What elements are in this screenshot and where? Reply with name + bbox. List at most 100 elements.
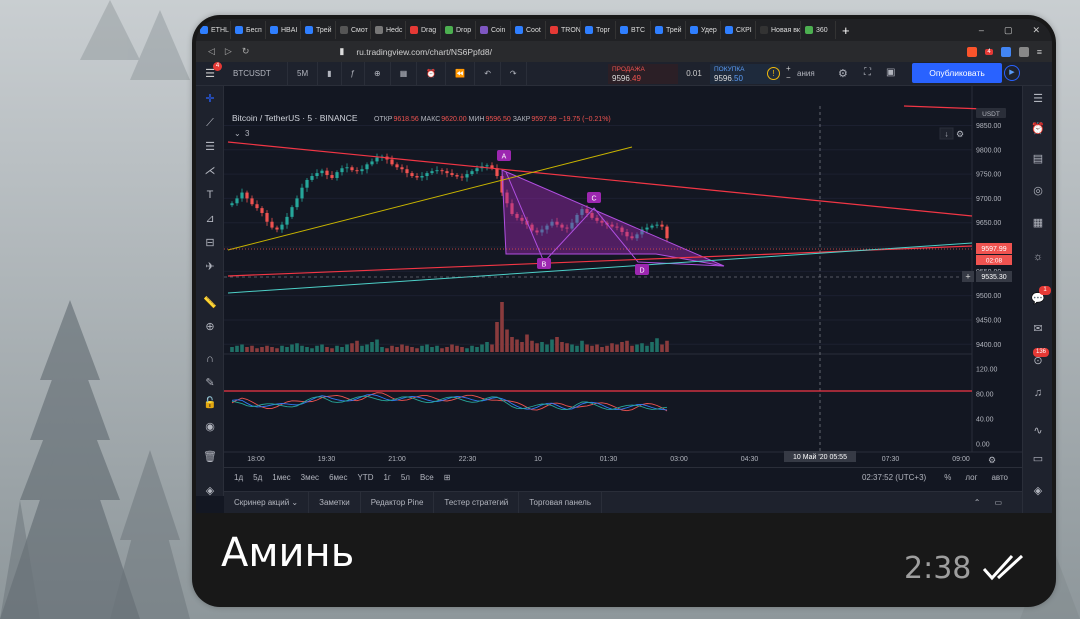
maximize-panel-icon[interactable]: ▭ — [994, 498, 1002, 507]
browser-tab[interactable]: 360 — [802, 21, 836, 39]
brave-shield-icon[interactable] — [967, 46, 978, 57]
stay-in-drawing-icon[interactable]: ✎ — [202, 376, 218, 390]
range-button[interactable]: 5д — [253, 473, 262, 482]
publish-play-icon[interactable]: ▶ — [1004, 65, 1020, 81]
screenshot-attachment[interactable]: ETHL Бесп HBAI Трей Смот Hedc Drag Drop Coin Coot… — [196, 19, 1052, 513]
browser-tab[interactable]: Coin — [477, 21, 511, 39]
range-button[interactable]: Все — [420, 473, 434, 482]
range-button[interactable]: YTD — [357, 473, 373, 482]
axis-settings-icon[interactable]: ⚙ — [988, 455, 996, 465]
translate-icon[interactable] — [1000, 46, 1011, 57]
browser-tab[interactable]: Hedc — [372, 21, 406, 39]
layers-icon[interactable]: ◈ — [202, 484, 218, 498]
visibility-eye-icon[interactable]: ◉ — [202, 420, 218, 434]
panel-tab[interactable]: Торговая панель — [519, 491, 603, 513]
browser-tab[interactable]: ETHL — [197, 21, 231, 39]
ruler-icon[interactable]: 📏 — [202, 296, 218, 310]
browser-tab[interactable]: Coot — [512, 21, 546, 39]
hotlists-icon[interactable]: ◎ — [1030, 184, 1046, 198]
range-button[interactable]: 1г — [383, 473, 390, 482]
layout-icon[interactable]: ▦ — [391, 61, 418, 86]
symbol-search-button[interactable]: BTCUSDT — [224, 61, 288, 86]
calendar-icon[interactable]: ▦ — [1030, 216, 1046, 230]
maximize-icon[interactable]: ▢ — [1004, 25, 1013, 36]
pattern-point-a[interactable]: A — [497, 150, 511, 161]
browser-tab[interactable]: Трей — [302, 21, 336, 39]
data-window-icon[interactable]: ▤ — [1030, 152, 1046, 166]
quantity-stepper[interactable]: + − — [786, 64, 791, 82]
profile-menu-icon[interactable]: ≡ — [1037, 47, 1042, 57]
collapse-panel-icon[interactable]: ⌃ — [974, 498, 981, 507]
pattern-point-b[interactable]: B — [537, 258, 551, 269]
percent-toggle[interactable]: % — [944, 473, 951, 482]
extension-icon[interactable] — [1018, 46, 1029, 57]
browser-tab[interactable]: Удер — [687, 21, 721, 39]
lock-icon[interactable]: 🔓 — [202, 396, 218, 410]
trash-icon[interactable]: 🗑 — [202, 450, 218, 464]
panel-tab[interactable]: Редактор Pine — [361, 491, 435, 513]
range-button[interactable]: 1д — [234, 473, 243, 482]
compare-icon[interactable]: ⊕ — [365, 61, 391, 86]
browser-tab[interactable]: Бесп — [232, 21, 266, 39]
panel-tab[interactable]: Тестер стратегий — [434, 491, 520, 513]
reload-icon[interactable]: ↻ — [242, 46, 250, 57]
range-button[interactable]: 1мес — [272, 473, 290, 482]
pitchfork-icon[interactable]: ⋌ — [202, 164, 218, 178]
candle-style-icon[interactable]: ▮ — [318, 61, 342, 86]
new-tab-button[interactable]: + — [842, 23, 850, 38]
pattern-tool-icon[interactable]: ⊿ — [202, 212, 218, 226]
indicators-icon[interactable]: ƒ — [342, 61, 365, 86]
legend-title[interactable]: Bitcoin / TetherUS · 5 · BINANCE — [232, 113, 358, 123]
close-window-icon[interactable]: ✕ — [1032, 25, 1040, 36]
magnet-icon[interactable]: ∩ — [202, 352, 218, 366]
browser-tab[interactable]: BTC — [617, 21, 651, 39]
text-tool-icon[interactable]: T — [202, 188, 218, 202]
panel-tab[interactable]: Заметки — [309, 491, 361, 513]
crosshair-icon[interactable]: ✛ — [202, 92, 218, 106]
undo-icon[interactable]: ↶ — [475, 61, 501, 86]
minimize-icon[interactable]: – — [979, 25, 984, 36]
alert-icon[interactable]: ⏰ — [417, 61, 447, 86]
icons-tool-icon[interactable]: ✈ — [202, 260, 218, 274]
trendline-icon[interactable]: ⟋ — [202, 116, 218, 130]
auto-toggle[interactable]: авто — [991, 473, 1008, 482]
range-button[interactable]: 3мес — [301, 473, 319, 482]
performance-chart-icon[interactable]: ∿ — [1030, 424, 1046, 438]
back-icon[interactable]: ◁ — [208, 46, 215, 57]
watchlist-icon[interactable]: ☰ — [1030, 92, 1046, 106]
order-panel-icon[interactable]: ▭ — [1030, 452, 1046, 466]
main-menu-button[interactable]: ☰ 4 — [196, 62, 224, 80]
forward-icon[interactable]: ▷ — [225, 46, 232, 57]
browser-tab[interactable]: Торг — [582, 21, 616, 39]
redo-icon[interactable]: ↷ — [501, 61, 527, 86]
ideas-bulb-icon[interactable]: ☼ — [1030, 250, 1046, 264]
layers-stack-icon[interactable]: ◈ — [1030, 484, 1046, 498]
price-chart[interactable]: A B C D 9850.00 9800.00 9750.00 9700.00 9650… — [224, 86, 1022, 476]
url-text[interactable]: ru.tradingview.com/chart/NS6Ppfd8/ — [356, 47, 492, 57]
settings-small-icon[interactable]: ⚙ — [956, 129, 964, 139]
browser-tab[interactable]: Drop — [442, 21, 476, 39]
bookmark-icon[interactable]: ▮ — [339, 46, 344, 57]
prediction-tool-icon[interactable]: ⊟ — [202, 236, 218, 250]
pattern-point-c[interactable]: C — [587, 192, 601, 203]
sell-button[interactable]: ПРОДАЖА 9596.49 — [608, 64, 678, 84]
range-button[interactable]: 5л — [401, 473, 410, 482]
range-button[interactable]: 6мес — [329, 473, 347, 482]
log-toggle[interactable]: лог — [965, 473, 977, 482]
settings-gear-icon[interactable]: ⚙ — [838, 67, 848, 80]
browser-tab[interactable]: Смот — [337, 21, 371, 39]
panel-tab[interactable]: Скринер акций ⌄ — [224, 491, 310, 513]
fullscreen-icon[interactable]: ⛶ — [864, 67, 871, 78]
browser-tab[interactable]: Трей — [652, 21, 686, 39]
browser-tab[interactable]: Drag — [407, 21, 441, 39]
alerts-clock-icon[interactable]: ⏰ — [1030, 122, 1046, 136]
pattern-point-d[interactable]: D — [635, 264, 649, 275]
interval-button[interactable]: 5M — [288, 61, 319, 86]
browser-tab[interactable]: Новая вк — [757, 21, 801, 39]
horizontal-lines-icon[interactable]: ☰ — [202, 140, 218, 154]
zoom-icon[interactable]: ⊕ — [202, 320, 218, 334]
goto-date-calendar-icon[interactable]: ⊞ — [444, 473, 451, 482]
scroll-down-icon[interactable]: ↓ — [939, 127, 954, 140]
info-icon[interactable]: ! — [767, 67, 780, 80]
browser-tab[interactable]: СКРІ — [722, 21, 756, 39]
